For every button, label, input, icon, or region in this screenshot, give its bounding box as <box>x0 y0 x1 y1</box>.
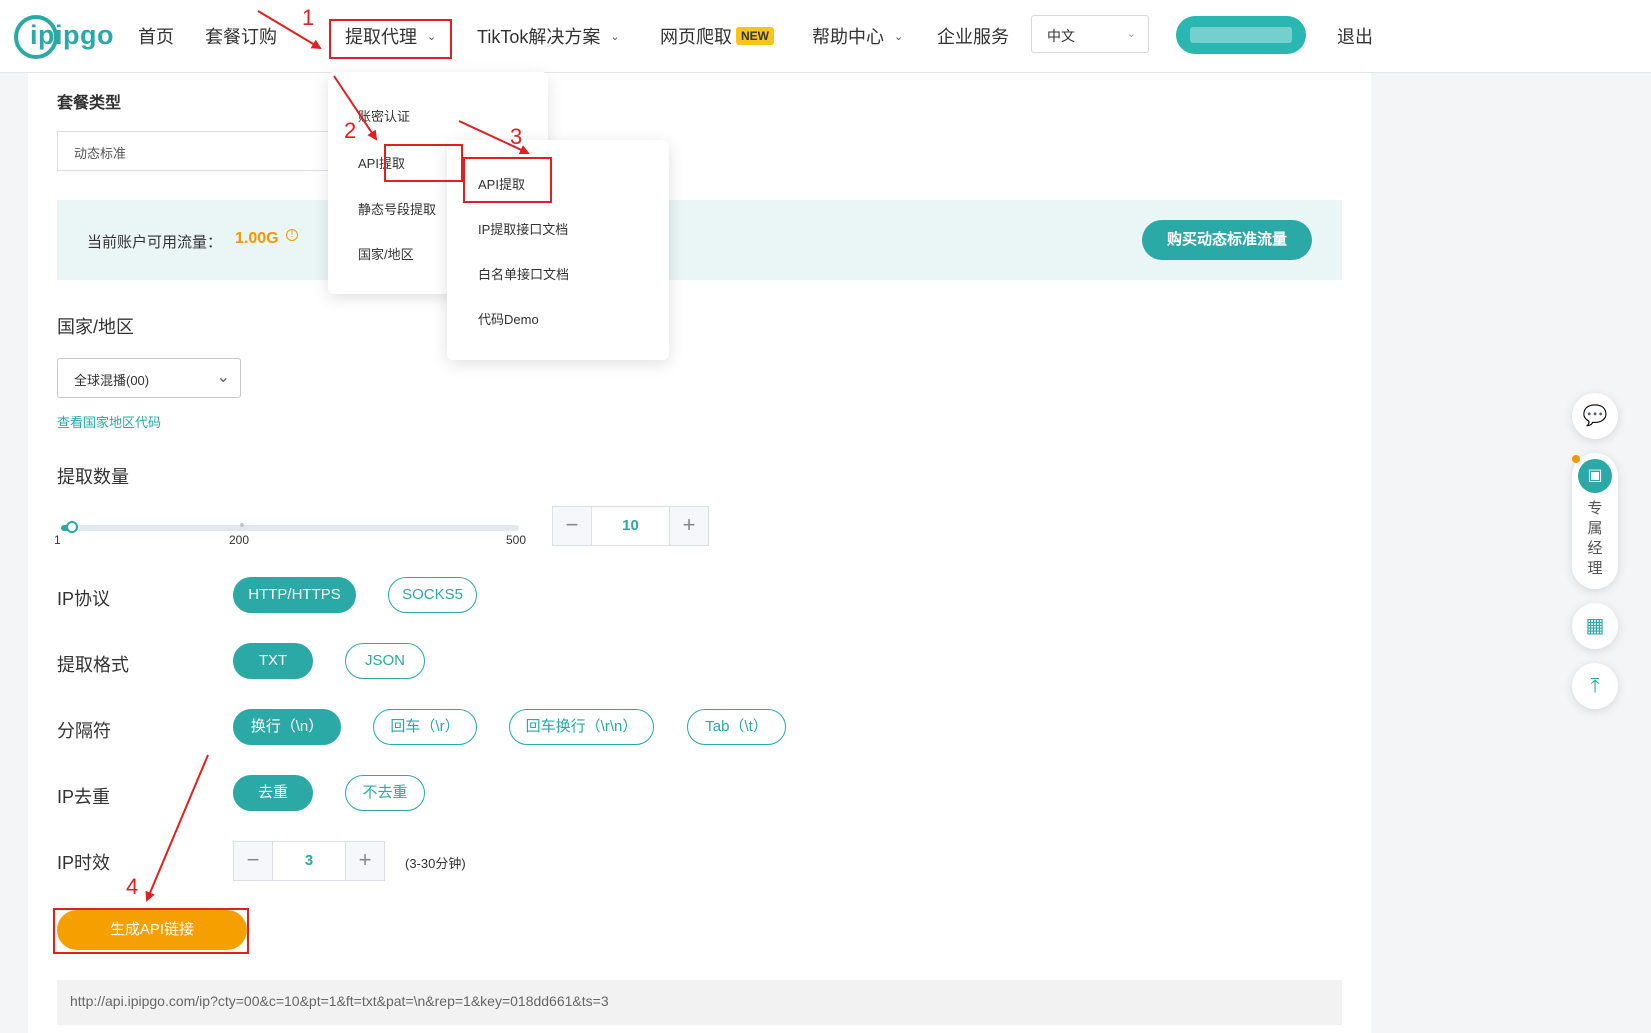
dedupe-on-option[interactable]: 去重 <box>233 775 313 811</box>
format-json-option[interactable]: JSON <box>345 643 425 679</box>
submenu-item-ip-api-docs[interactable]: IP提取接口文档 <box>478 219 568 238</box>
region-select[interactable]: 全球混播(00) ⌄ <box>57 358 241 398</box>
language-value: 中文 <box>1047 28 1075 44</box>
duration-stepper: − 3 + <box>233 841 385 881</box>
annotation-number-4: 4 <box>126 874 139 899</box>
protocol-label: IP协议 <box>57 589 111 609</box>
submenu-item-whitelist-docs[interactable]: 白名单接口文档 <box>478 264 569 283</box>
chevron-down-icon: ⌄ <box>610 30 620 43</box>
generate-api-link-button[interactable]: 生成API链接 <box>57 910 247 950</box>
quantity-label: 提取数量 <box>57 467 129 487</box>
quantity-slider-track[interactable] <box>61 525 519 531</box>
traffic-banner: 当前账户可用流量： 1.00G ! 购买动态标准流量 <box>57 200 1342 280</box>
nav-extract-proxy-label: 提取代理 <box>345 27 417 47</box>
separator-label: 分隔符 <box>57 721 111 741</box>
nav-home[interactable]: 首页 <box>138 0 174 72</box>
duration-increment-button[interactable]: + <box>346 842 384 880</box>
menu-item-account-auth[interactable]: 账密认证 <box>358 106 410 125</box>
package-type-label: 套餐类型 <box>57 95 122 112</box>
quantity-increment-button[interactable]: + <box>670 507 708 545</box>
logout-label: 退出 <box>1337 27 1373 47</box>
duration-label: IP时效 <box>57 853 111 873</box>
region-value: 全球混播(00) <box>74 373 150 388</box>
api-extract-submenu: API提取 IP提取接口文档 白名单接口文档 代码Demo <box>447 140 669 360</box>
nav-plans[interactable]: 套餐订购 <box>205 0 277 72</box>
nav-enterprise-label: 企业服务 <box>937 27 1009 47</box>
slider-min-label: 1 <box>54 533 61 547</box>
dedicated-manager-label: 专属经理 <box>1587 500 1603 577</box>
chevron-down-icon: ⌄ <box>216 369 230 386</box>
nav-enterprise[interactable]: 企业服务 <box>937 0 1009 72</box>
nav-extract-proxy[interactable]: 提取代理 ⌄ <box>345 0 436 72</box>
nav-home-label: 首页 <box>138 27 174 47</box>
separator-tab-option[interactable]: Tab（\t） <box>687 709 786 745</box>
menu-item-static-segment[interactable]: 静态号段提取 <box>358 199 436 218</box>
separator-newline-option[interactable]: 换行（\n） <box>233 709 341 745</box>
nav-help[interactable]: 帮助中心 ⌄ <box>812 0 903 72</box>
traffic-label: 当前账户可用流量： <box>87 234 223 251</box>
duration-hint: (3-30分钟) <box>405 856 466 871</box>
menu-item-country-region[interactable]: 国家/地区 <box>358 244 414 263</box>
menu-item-api-extract[interactable]: API提取 <box>358 153 405 172</box>
top-navbar: ipipgo 首页 套餐订购 提取代理 ⌄ TikTok解决方案 ⌄ 网页爬取 … <box>0 0 1651 73</box>
user-account-pill[interactable] <box>1176 16 1306 54</box>
annotation-number-1: 1 <box>302 5 315 30</box>
notification-dot <box>1572 455 1580 463</box>
separator-return-option[interactable]: 回车（\r） <box>373 709 477 745</box>
format-label: 提取格式 <box>57 655 129 675</box>
chevron-down-icon: ⌄ <box>427 30 437 43</box>
chevron-down-icon: ⌄ <box>894 30 904 43</box>
nav-plans-label: 套餐订购 <box>205 27 277 47</box>
dedupe-label: IP去重 <box>57 787 111 807</box>
info-icon[interactable]: ! <box>286 229 298 241</box>
chat-icon[interactable]: 💬 <box>1572 393 1618 439</box>
new-badge: NEW <box>736 27 774 45</box>
region-code-link[interactable]: 查看国家地区代码 <box>57 412 161 431</box>
region-label: 国家/地区 <box>57 317 135 337</box>
quantity-decrement-button[interactable]: − <box>553 507 591 545</box>
chevron-down-icon: ⌄ <box>1126 28 1136 40</box>
dedicated-manager-widget[interactable]: ▣ 专属经理 <box>1572 453 1618 589</box>
building-icon[interactable]: ▦ <box>1572 603 1618 649</box>
separator-crlf-option[interactable]: 回车换行（\r\n） <box>509 709 654 745</box>
quantity-input[interactable]: 10 <box>591 507 670 545</box>
back-to-top-icon[interactable]: ⤒ <box>1572 663 1618 709</box>
logout-link[interactable]: 退出 <box>1337 0 1373 72</box>
submenu-item-api-extract[interactable]: API提取 <box>478 174 525 193</box>
duration-decrement-button[interactable]: − <box>234 842 272 880</box>
submenu-item-code-demo[interactable]: 代码Demo <box>478 309 539 328</box>
language-select[interactable]: 中文 ⌄ <box>1031 15 1149 53</box>
dedupe-off-option[interactable]: 不去重 <box>345 775 425 811</box>
format-txt-option[interactable]: TXT <box>233 643 313 679</box>
annotation-number-3: 3 <box>510 124 523 149</box>
logo-text: ipipgo <box>30 20 114 50</box>
nav-scraper[interactable]: 网页爬取 NEW <box>660 0 774 72</box>
api-link-output[interactable]: http://api.ipipgo.com/ip?cty=00&c=10&pt=… <box>57 980 1342 1025</box>
traffic-value: 1.00G <box>235 230 279 247</box>
annotation-number-2: 2 <box>344 118 357 143</box>
nav-tiktok[interactable]: TikTok解决方案 ⌄ <box>477 0 620 72</box>
quantity-stepper: − 10 + <box>552 506 709 546</box>
slider-stop-dot <box>240 523 244 527</box>
nav-tiktok-label: TikTok解决方案 <box>477 27 601 47</box>
slider-max-label: 500 <box>506 533 527 547</box>
buy-traffic-button[interactable]: 购买动态标准流量 <box>1142 220 1312 260</box>
ipipgo-logo[interactable]: ipipgo <box>14 12 113 62</box>
briefcase-icon: ▣ <box>1578 459 1612 493</box>
slider-mid-label: 200 <box>229 533 250 547</box>
duration-input[interactable]: 3 <box>272 842 346 880</box>
protocol-http-option[interactable]: HTTP/HTTPS <box>233 577 356 613</box>
nav-help-label: 帮助中心 <box>812 27 884 47</box>
nav-scraper-label: 网页爬取 <box>660 27 732 47</box>
package-type-input[interactable]: 动态标准 <box>57 131 337 171</box>
protocol-socks5-option[interactable]: SOCKS5 <box>388 577 477 613</box>
